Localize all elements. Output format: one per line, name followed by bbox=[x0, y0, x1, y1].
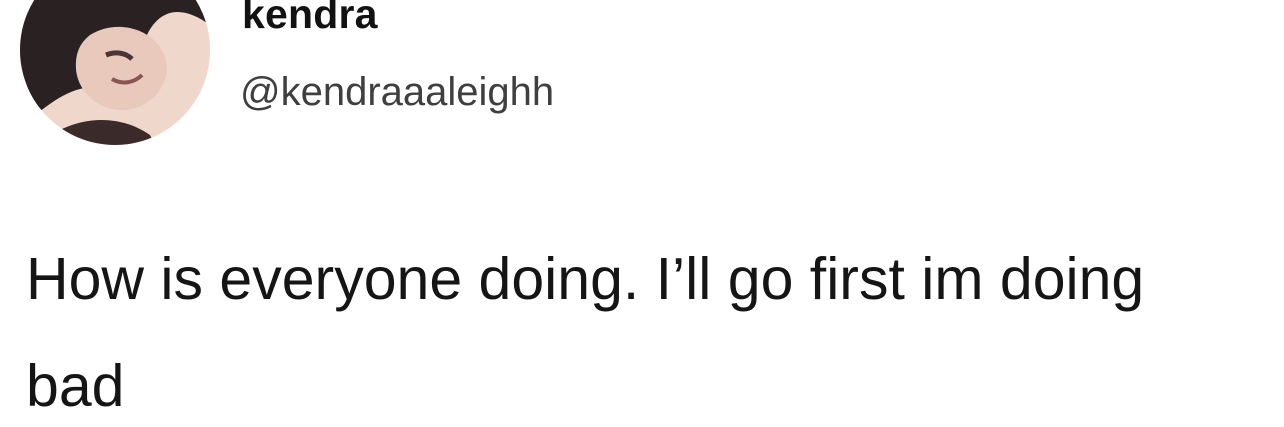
tweet-text: How is everyone doing. I’ll go first im … bbox=[26, 246, 1145, 419]
tweet-card: kendra @kendraaaleighh How is everyone d… bbox=[0, 0, 1284, 427]
profile-photo-icon bbox=[20, 0, 210, 145]
avatar[interactable] bbox=[20, 0, 210, 145]
user-handle[interactable]: @kendraaaleighh bbox=[240, 72, 554, 112]
display-name[interactable]: kendra bbox=[242, 0, 378, 35]
